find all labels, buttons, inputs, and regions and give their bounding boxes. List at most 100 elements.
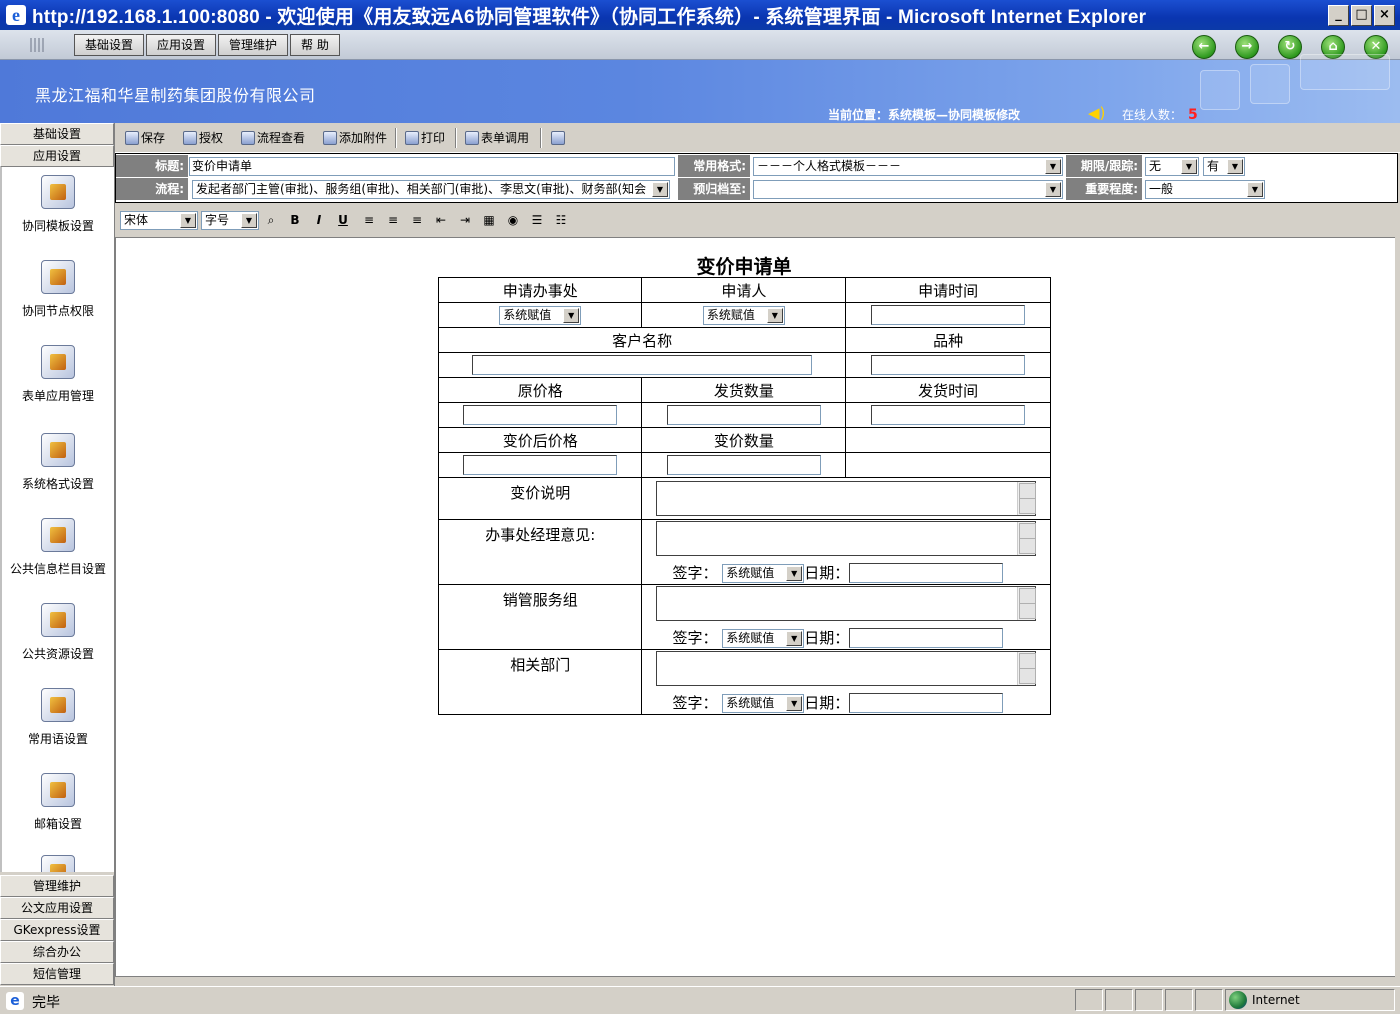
applicant-select[interactable]: 系统赋值 ▼ <box>702 305 785 325</box>
breadcrumb: 当前位置：系统模板—协同模板修改 <box>828 108 1021 122</box>
chevron-down-icon[interactable]: ▼ <box>1045 159 1061 174</box>
title-input[interactable]: 变价申请单 <box>189 157 675 176</box>
format-select[interactable]: －－－个人格式模板－－－ ▼ <box>753 157 1063 176</box>
new-price-field[interactable] <box>463 455 618 475</box>
importance-select[interactable]: 一般 ▼ <box>1145 180 1265 199</box>
chevron-down-icon[interactable]: ▼ <box>1247 182 1263 197</box>
close-window-button[interactable]: × <box>1374 5 1395 26</box>
ship-qty-field[interactable] <box>666 405 821 425</box>
bullet-list-icon[interactable]: ☰ <box>529 212 545 228</box>
sidebar-item-form-app[interactable]: 表单应用管理 <box>2 345 114 404</box>
sidebar-item-template[interactable]: 协同模板设置 <box>2 175 114 234</box>
sidebar-item-resource[interactable]: 公共资源设置 <box>2 603 114 662</box>
indent-icon[interactable]: ⇥ <box>457 212 473 228</box>
apply-office-select[interactable]: 系统赋值 ▼ <box>499 305 582 325</box>
sidebar-cat-app[interactable]: 应用设置 <box>0 145 114 167</box>
sign-select[interactable]: 系统赋值 ▼ <box>722 693 805 713</box>
flow-view-button[interactable]: 流程查看 <box>241 129 305 147</box>
form-call-label: 表单调用 <box>481 131 530 145</box>
add-attachment-button[interactable]: 添加附件 <box>323 129 387 147</box>
textarea-scrollbar[interactable] <box>1017 586 1037 620</box>
align-center-icon[interactable]: ≡ <box>385 212 401 228</box>
sidebar-item-mailbox[interactable]: 邮箱设置 <box>2 773 114 832</box>
find-icon[interactable]: ⌕ <box>263 212 279 228</box>
sidebar-panel: 协同模板设置 协同节点权限 表单应用管理 系统格式设置 公共信息栏目设置 公共资… <box>0 167 114 872</box>
table-icon[interactable]: ▦ <box>481 212 497 228</box>
sign-label: 签字： <box>672 693 718 712</box>
change-desc-textarea[interactable] <box>656 481 1037 516</box>
size-select[interactable]: 字号 ▼ <box>201 211 259 230</box>
outdent-icon[interactable]: ⇤ <box>433 212 449 228</box>
chevron-down-icon[interactable]: ▼ <box>1181 159 1197 174</box>
align-right-icon[interactable]: ≡ <box>409 212 425 228</box>
sales-service-textarea[interactable] <box>656 585 1037 621</box>
authorize-button[interactable]: 授权 <box>183 129 223 147</box>
sidebar-cat-office[interactable]: 综合办公 <box>0 941 114 963</box>
deadline-select[interactable]: 无 ▼ <box>1145 157 1199 176</box>
numbered-list-icon[interactable]: ☷ <box>553 212 569 228</box>
original-price-field[interactable] <box>463 405 618 425</box>
speaker-icon[interactable]: ◀) <box>1088 104 1105 122</box>
apply-time-field[interactable] <box>871 305 1026 325</box>
back-icon[interactable]: ← <box>1192 35 1216 59</box>
maximize-button[interactable]: □ <box>1351 5 1372 26</box>
track-select[interactable]: 有 ▼ <box>1203 157 1245 176</box>
chevron-down-icon[interactable]: ▼ <box>241 213 257 228</box>
date-field[interactable] <box>849 563 1004 584</box>
change-qty-field[interactable] <box>666 455 821 475</box>
related-dept-textarea[interactable] <box>656 650 1037 686</box>
sidebar-item-more[interactable] <box>2 855 114 872</box>
link-icon[interactable]: ◉ <box>505 212 521 228</box>
sidebar-cat-document[interactable]: 公文应用设置 <box>0 897 114 919</box>
date-field[interactable] <box>849 628 1004 649</box>
chevron-down-icon[interactable]: ▼ <box>180 213 196 228</box>
chevron-down-icon[interactable]: ▼ <box>1227 159 1243 174</box>
textarea-scrollbar[interactable] <box>1017 521 1037 555</box>
align-left-icon[interactable]: ≡ <box>361 212 377 228</box>
textarea-scrollbar[interactable] <box>1017 482 1037 515</box>
refresh-icon[interactable]: ↻ <box>1278 35 1302 59</box>
archive-select[interactable]: ▼ <box>753 180 1063 199</box>
sidebar-item-node-permission[interactable]: 协同节点权限 <box>2 260 114 319</box>
flow-select[interactable]: 发起者部门主管(审批)、服务组(审批)、相关部门(审批)、李思文(审批)、财务部… <box>192 180 670 199</box>
menu-help[interactable]: 帮 助 <box>290 34 340 56</box>
chevron-down-icon[interactable]: ▼ <box>786 695 803 711</box>
customer-name-field[interactable] <box>472 355 813 375</box>
form-call-button[interactable]: 表单调用 <box>465 129 529 147</box>
online-count[interactable]: 5 <box>1188 107 1198 123</box>
italic-icon[interactable]: I <box>311 212 327 228</box>
ship-time-field[interactable] <box>871 405 1026 425</box>
sys-value: 系统赋值 <box>726 565 775 580</box>
font-select[interactable]: 宋体 ▼ <box>120 211 198 230</box>
sidebar-item-format[interactable]: 系统格式设置 <box>2 433 114 492</box>
chevron-down-icon[interactable]: ▼ <box>563 307 580 323</box>
menu-maintenance[interactable]: 管理维护 <box>218 34 289 56</box>
chevron-down-icon[interactable]: ▼ <box>786 630 803 646</box>
sidebar-cat-gkexpress[interactable]: GKexpress设置 <box>0 919 114 941</box>
underline-icon[interactable]: U <box>335 212 351 228</box>
bold-icon[interactable]: B <box>287 212 303 228</box>
sign-select[interactable]: 系统赋值 ▼ <box>722 628 805 648</box>
chevron-down-icon[interactable]: ▼ <box>652 182 668 197</box>
template-icon <box>41 175 75 209</box>
print-button[interactable]: 打印 <box>405 129 445 147</box>
minimize-button[interactable]: _ <box>1328 5 1349 26</box>
office-manager-opinion-textarea[interactable] <box>656 520 1037 556</box>
notes-button[interactable] <box>551 129 565 147</box>
date-field[interactable] <box>849 693 1004 714</box>
sidebar-item-info-column[interactable]: 公共信息栏目设置 <box>2 518 114 577</box>
save-button[interactable]: 保存 <box>125 129 165 147</box>
chevron-down-icon[interactable]: ▼ <box>786 565 803 581</box>
chevron-down-icon[interactable]: ▼ <box>1045 182 1061 197</box>
menu-basic-settings[interactable]: 基础设置 <box>74 34 145 56</box>
forward-icon[interactable]: → <box>1235 35 1259 59</box>
chevron-down-icon[interactable]: ▼ <box>766 307 783 323</box>
sidebar-cat-maintenance[interactable]: 管理维护 <box>0 875 114 897</box>
sign-select[interactable]: 系统赋值 ▼ <box>722 563 805 583</box>
sidebar-item-phrase[interactable]: 常用语设置 <box>2 688 114 747</box>
variety-field[interactable] <box>871 355 1026 375</box>
textarea-scrollbar[interactable] <box>1017 651 1037 685</box>
sidebar-cat-sms[interactable]: 短信管理 <box>0 963 114 985</box>
menu-app-settings[interactable]: 应用设置 <box>146 34 217 56</box>
sidebar-cat-basic[interactable]: 基础设置 <box>0 123 114 145</box>
